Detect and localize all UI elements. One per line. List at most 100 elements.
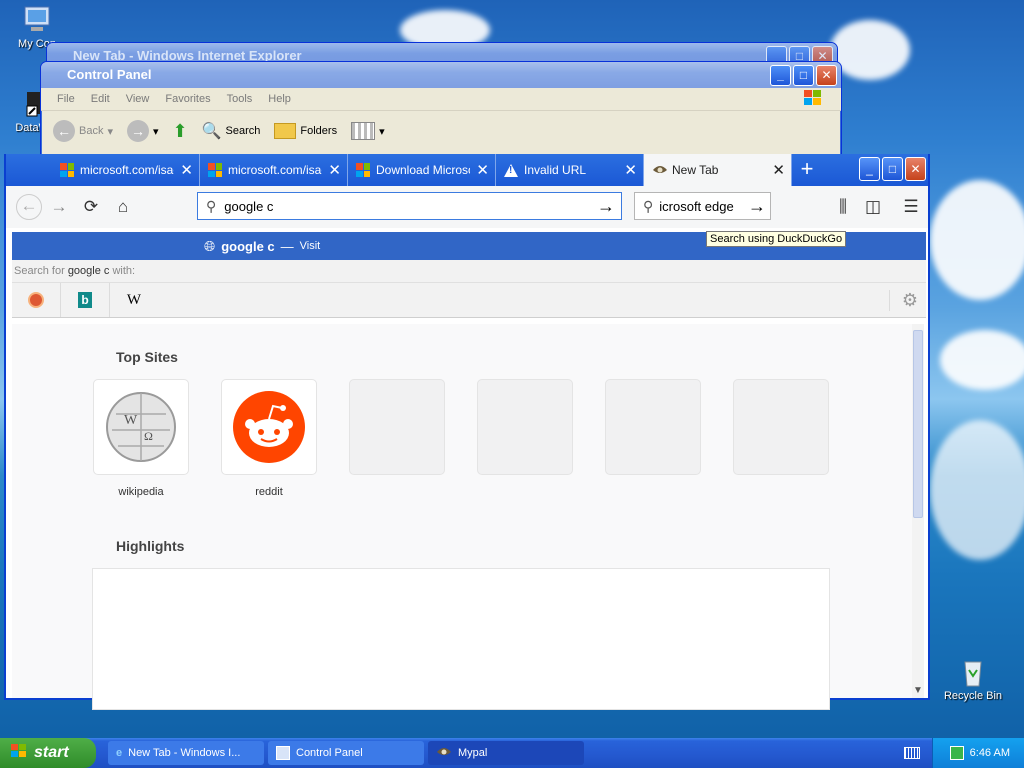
sidebar-icon[interactable]: ◫	[860, 194, 886, 220]
computer-icon	[21, 4, 53, 36]
windows-logo-icon	[795, 89, 831, 110]
task-ie[interactable]: e New Tab - Windows I...	[108, 741, 264, 765]
scroll-down-icon[interactable]: ▼	[913, 685, 923, 696]
top-site-empty[interactable]	[606, 380, 700, 474]
duckduckgo-icon	[28, 292, 44, 308]
highlights-heading: Highlights	[116, 538, 185, 554]
library-icon[interactable]: ⫼	[830, 194, 856, 220]
browser-window[interactable]: microsoft.com/isac ✕ microsoft.com/isac …	[4, 154, 930, 710]
search-go-icon[interactable]: →	[748, 196, 766, 217]
new-tab-button[interactable]: +	[792, 154, 822, 186]
control-panel-titlebar[interactable]: Control Panel _ □ ✕	[41, 62, 841, 88]
search-button[interactable]: 🔍 Search	[198, 119, 265, 143]
maximize-button[interactable]: □	[882, 157, 903, 181]
close-tab-icon[interactable]: ✕	[180, 161, 193, 179]
search-settings-gear-icon[interactable]: ⚙	[888, 290, 918, 311]
control-panel-toolbar: ← Back ▾ → ▾ ⬆ 🔍 Search Folders ▾	[41, 111, 841, 151]
menu-view[interactable]: View	[118, 93, 158, 105]
views-button[interactable]: ▾	[347, 120, 389, 142]
tab-microsoft-2[interactable]: microsoft.com/isac ✕	[200, 154, 348, 186]
folders-button[interactable]: Folders	[270, 121, 341, 141]
close-tab-icon[interactable]: ✕	[476, 161, 489, 179]
minimize-button[interactable]: _	[770, 65, 791, 86]
forward-button[interactable]: →	[46, 194, 72, 220]
task-control-panel[interactable]: Control Panel	[268, 741, 424, 765]
tab-bar: microsoft.com/isac ✕ microsoft.com/isac …	[6, 154, 928, 186]
microsoft-logo-icon	[60, 163, 74, 177]
tab-download-microsoft[interactable]: Download Microso ✕	[348, 154, 496, 186]
top-site-wikipedia[interactable]: WΩ	[94, 380, 188, 474]
task-mypal[interactable]: Mypal	[428, 741, 584, 765]
back-button[interactable]: ←	[16, 194, 42, 220]
reddit-icon	[232, 390, 306, 467]
scrollbar-thumb[interactable]	[913, 330, 923, 518]
top-site-empty[interactable]	[734, 380, 828, 474]
minimize-button[interactable]: _	[859, 157, 880, 181]
close-button[interactable]: ✕	[816, 65, 837, 86]
top-site-empty[interactable]	[478, 380, 572, 474]
up-folder-button[interactable]: ⬆	[169, 119, 192, 144]
maximize-button[interactable]: □	[793, 65, 814, 86]
windows-logo-icon	[10, 743, 28, 764]
forward-arrow-icon: →	[127, 120, 149, 142]
recycle-bin-icon	[957, 656, 989, 688]
search-bar[interactable]: ⚲ icrosoft edge →	[634, 192, 771, 220]
reload-button[interactable]: ⟳	[78, 194, 104, 220]
bing-engine-button[interactable]: b	[61, 283, 110, 317]
wikipedia-icon: W	[126, 291, 142, 308]
top-site-reddit[interactable]	[222, 380, 316, 474]
tab-microsoft-1[interactable]: microsoft.com/isac ✕	[52, 154, 200, 186]
desktop-icon-recycle-bin[interactable]: Recycle Bin	[938, 656, 1008, 702]
search-icon: 🔍	[201, 123, 222, 140]
clock[interactable]: 6:46 AM	[970, 747, 1010, 759]
menu-bar: File Edit View Favorites Tools Help	[41, 88, 841, 111]
start-button[interactable]: start	[0, 738, 96, 768]
system-tray: 6:46 AM	[932, 738, 1024, 768]
bing-icon: b	[78, 292, 92, 308]
menu-file[interactable]: File	[49, 93, 83, 105]
wikipedia-engine-button[interactable]: W	[110, 283, 158, 317]
menu-tools[interactable]: Tools	[219, 93, 261, 105]
top-site-empty[interactable]	[350, 380, 444, 474]
search-input[interactable]: icrosoft edge	[659, 199, 742, 214]
network-icon[interactable]	[949, 746, 964, 760]
views-icon	[351, 122, 376, 140]
close-tab-icon[interactable]: ✕	[624, 161, 637, 179]
control-panel-window[interactable]: Control Panel _ □ ✕ File Edit View Favor…	[40, 61, 842, 163]
nav-bar: ← → ⟳ ⌂ ⚲ google c → ⚲ icrosoft edge → ⫼…	[6, 186, 928, 228]
url-input[interactable]: google c	[224, 199, 589, 214]
duckduckgo-engine-button[interactable]	[12, 283, 61, 317]
back-button[interactable]: ← Back ▾	[49, 118, 117, 144]
close-tab-icon[interactable]: ✕	[328, 161, 341, 179]
highlights-box	[92, 568, 830, 710]
microsoft-logo-icon	[208, 163, 222, 177]
scrollbar[interactable]: ▼	[912, 324, 924, 698]
menu-icon[interactable]: ☰	[898, 194, 924, 220]
tab-new-tab[interactable]: New Tab ✕	[644, 154, 792, 186]
forward-button[interactable]: → ▾	[123, 118, 163, 144]
menu-help[interactable]: Help	[260, 93, 299, 105]
microsoft-logo-icon	[356, 163, 370, 177]
search-engines-row: b W ⚙	[12, 283, 926, 318]
search-icon: ⚲	[206, 197, 217, 214]
up-folder-icon: ⬆	[172, 120, 188, 141]
svg-text:Ω: Ω	[144, 429, 153, 443]
go-arrow-icon[interactable]: →	[597, 196, 615, 217]
keyboard-icon[interactable]	[904, 747, 920, 759]
globe-icon: 🌐︎	[204, 237, 216, 254]
search-with-label: Search for google c with:	[12, 260, 926, 283]
window-title: Control Panel	[67, 67, 152, 82]
top-site-label: reddit	[255, 486, 283, 498]
home-button[interactable]: ⌂	[110, 194, 136, 220]
close-button[interactable]: ✕	[905, 157, 926, 181]
close-tab-icon[interactable]: ✕	[772, 161, 785, 179]
menu-edit[interactable]: Edit	[83, 93, 118, 105]
desktop-icon-label: Recycle Bin	[943, 690, 1003, 702]
taskbar: start e New Tab - Windows I... Control P…	[0, 738, 1024, 768]
folder-icon	[274, 123, 297, 139]
mypal-icon	[652, 164, 667, 176]
wikipedia-globe-icon: WΩ	[104, 390, 178, 467]
tab-invalid-url[interactable]: Invalid URL ✕	[496, 154, 644, 186]
menu-favorites[interactable]: Favorites	[157, 93, 218, 105]
url-bar[interactable]: ⚲ google c →	[197, 192, 622, 220]
